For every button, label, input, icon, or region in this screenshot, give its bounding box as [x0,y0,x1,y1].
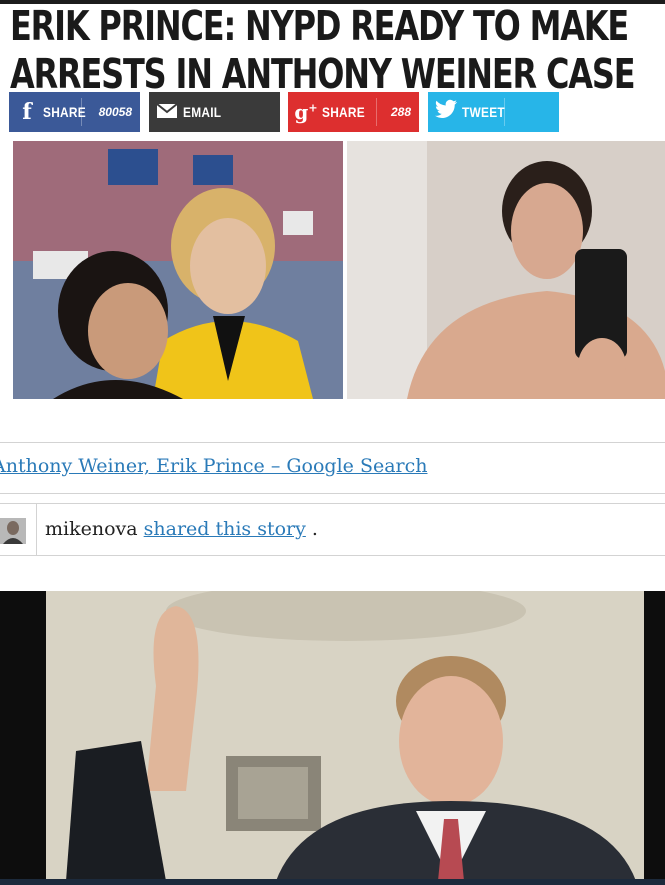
facebook-icon: f [22,99,32,125]
twitter-bird-icon [434,99,458,125]
google-plus-share-label: SHARE [322,104,365,120]
twitter-tweet-button[interactable]: TWEET [428,92,559,132]
divider [36,504,37,556]
share-bar: f SHARE 80058 EMAIL g+ SHARE 288 TWEET [9,92,569,132]
email-share-label: EMAIL [183,104,222,120]
shared-story-row: mikenova shared this story . [0,504,665,556]
facebook-share-label: SHARE [43,104,86,120]
embedded-video[interactable] [0,591,665,885]
envelope-icon [155,99,179,125]
divider [376,98,377,126]
google-search-link[interactable]: Anthony Weiner, Erik Prince – Google Sea… [0,455,428,477]
google-plus-share-count: 288 [390,105,411,119]
article-title: ERIK PRINCE: NYPD READY TO MAKE ARRESTS … [10,2,636,98]
article-title-line-2: ARRESTS IN ANTHONY WEINER CASE [10,50,636,98]
facebook-share-count: 80058 [98,105,132,119]
email-share-button[interactable]: EMAIL [149,92,280,132]
divider [504,98,505,126]
shared-by-user[interactable]: mikenova [45,518,138,540]
avatar[interactable] [0,518,26,544]
video-frame [46,591,644,881]
divider [0,555,665,556]
google-plus-icon: g+ [294,100,318,124]
shared-story-text: mikenova shared this story . [45,518,318,540]
google-plus-share-button[interactable]: g+ SHARE 288 [288,92,419,132]
video-progress-bar[interactable] [0,879,665,885]
divider [0,493,665,494]
hero-image-left [13,141,343,399]
shared-this-story-link[interactable]: shared this story [144,518,306,540]
divider [0,442,665,443]
divider [81,98,82,126]
twitter-tweet-label: TWEET [462,104,505,120]
hero-image-right [347,141,665,399]
article-title-line-1: ERIK PRINCE: NYPD READY TO MAKE [10,2,629,50]
article-hero-image [13,141,665,399]
shared-suffix: . [311,518,318,540]
facebook-share-button[interactable]: f SHARE 80058 [9,92,140,132]
